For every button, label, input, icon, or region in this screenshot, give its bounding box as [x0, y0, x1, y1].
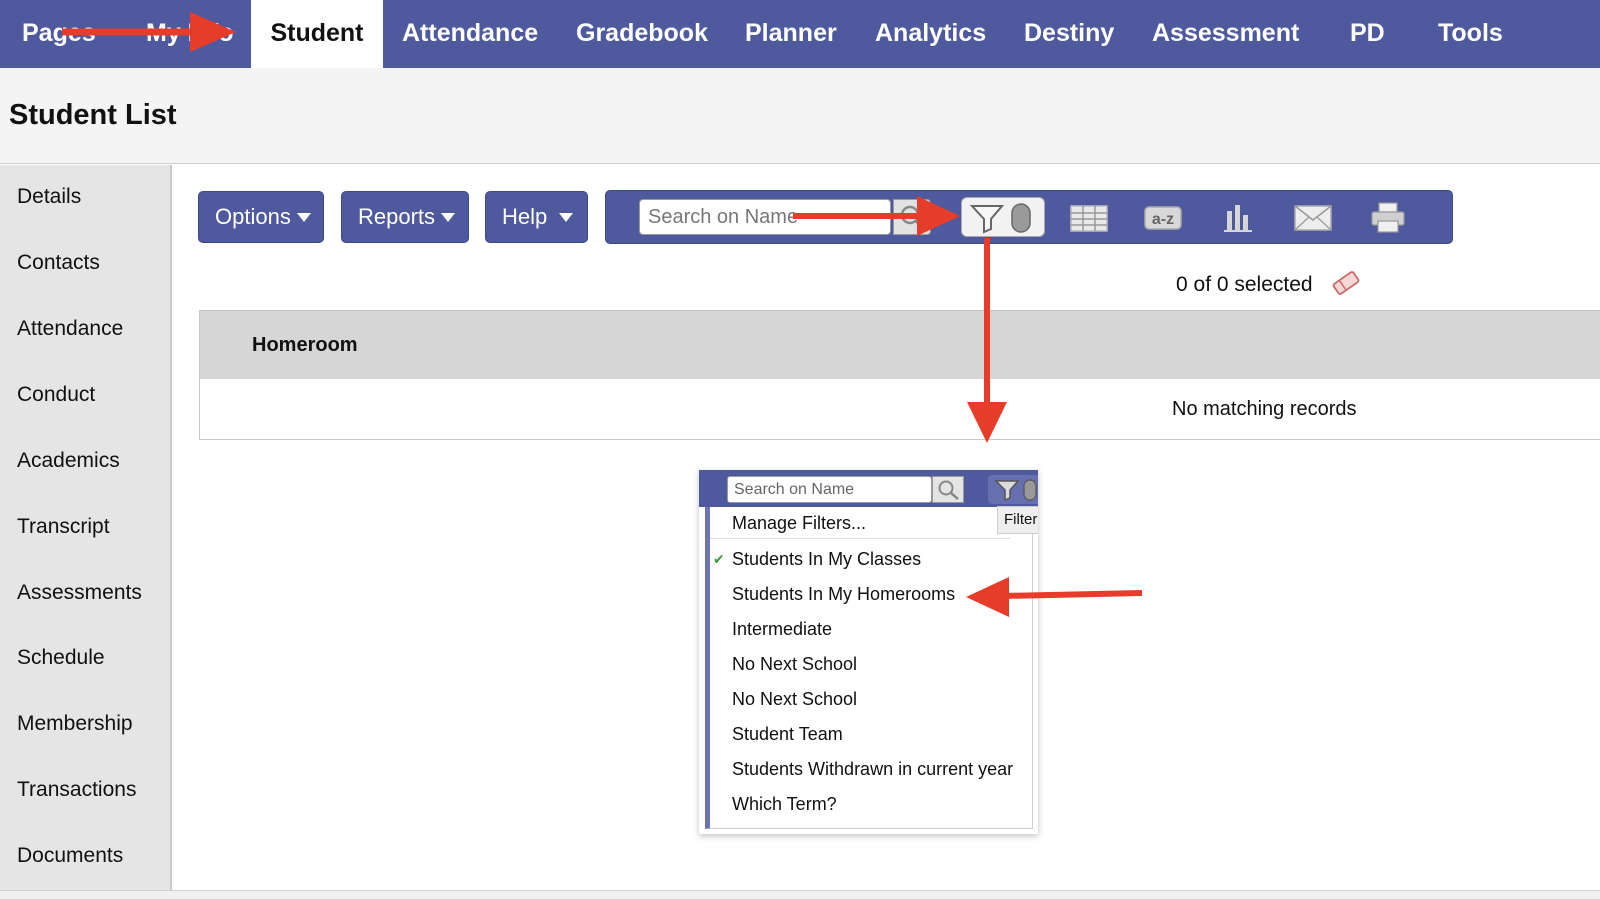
help-label: Help — [502, 204, 548, 229]
sidebar-item-membership[interactable]: Membership — [17, 712, 133, 736]
top-nav: Pages My Info Student Attendance Gradebo… — [0, 0, 1600, 68]
filter-item-intermediate[interactable]: Intermediate — [732, 619, 832, 640]
table-view-icon[interactable] — [1069, 201, 1109, 235]
filter-icon — [994, 479, 1037, 502]
filter-item-student-team[interactable]: Student Team — [732, 724, 843, 745]
sort-az-icon[interactable]: a-z — [1143, 201, 1183, 235]
sidebar-item-contacts[interactable]: Contacts — [17, 251, 100, 275]
page-footer-border — [0, 890, 1600, 899]
table-header: Homeroom — [200, 311, 1600, 379]
search-icon — [938, 480, 959, 500]
caret-down-icon — [441, 213, 456, 222]
selection-count: 0 of 0 selected — [1176, 273, 1313, 296]
filter-icon — [969, 203, 1031, 234]
caret-down-icon — [296, 213, 311, 222]
options-label: Options — [215, 204, 291, 229]
student-table: Homeroom No matching records — [199, 310, 1600, 440]
menu-divider — [710, 538, 1010, 539]
checkmark-icon: ✔ — [713, 551, 725, 567]
sidebar: Details Contacts Attendance Conduct Acad… — [0, 165, 172, 891]
search-button[interactable] — [893, 199, 931, 235]
print-icon[interactable] — [1368, 201, 1408, 235]
filter-button[interactable] — [961, 197, 1045, 237]
nav-tab-assessment[interactable]: Assessment — [1152, 0, 1299, 68]
sidebar-item-documents[interactable]: Documents — [17, 844, 123, 868]
sidebar-item-attendance[interactable]: Attendance — [17, 317, 123, 341]
filter-menu: Manage Filters... ✔ Students In My Class… — [705, 507, 1033, 829]
nav-tab-pd[interactable]: PD — [1350, 0, 1385, 68]
sidebar-item-assessments[interactable]: Assessments — [17, 581, 142, 605]
search-input[interactable] — [639, 199, 891, 235]
search-icon — [900, 205, 926, 231]
filter-item-no-next-school-2[interactable]: No Next School — [732, 689, 857, 710]
nav-tab-tools[interactable]: Tools — [1438, 0, 1503, 68]
eraser-icon[interactable] — [1330, 268, 1362, 298]
filter-item-students-in-my-homerooms[interactable]: Students In My Homerooms — [732, 584, 955, 605]
nav-tab-pages[interactable]: Pages — [22, 0, 96, 68]
nav-tab-analytics[interactable]: Analytics — [875, 0, 986, 68]
list-toolbar: a-z — [605, 190, 1453, 244]
sidebar-item-conduct[interactable]: Conduct — [17, 383, 95, 407]
filter-item-students-withdrawn[interactable]: Students Withdrawn in current year — [732, 759, 1013, 780]
mail-icon[interactable] — [1293, 201, 1333, 235]
inset-toolbar — [699, 470, 1038, 507]
inset-filter-button[interactable] — [988, 475, 1038, 504]
nav-tab-my-info[interactable]: My Info — [146, 0, 234, 68]
chart-icon[interactable] — [1218, 201, 1258, 235]
nav-tab-planner[interactable]: Planner — [745, 0, 837, 68]
options-button[interactable]: Options — [198, 191, 324, 243]
caret-down-icon — [559, 213, 574, 222]
column-header-homeroom[interactable]: Homeroom — [252, 334, 358, 357]
filter-tooltip: Filter — [997, 506, 1038, 534]
page-header: Student List — [0, 68, 1600, 164]
sidebar-item-details[interactable]: Details — [17, 185, 81, 209]
reports-label: Reports — [358, 204, 436, 229]
inset-search-input[interactable] — [727, 476, 932, 503]
nav-tab-destiny[interactable]: Destiny — [1024, 0, 1114, 68]
filter-item-no-next-school[interactable]: No Next School — [732, 654, 857, 675]
sidebar-item-schedule[interactable]: Schedule — [17, 646, 105, 670]
reports-button[interactable]: Reports — [341, 191, 469, 243]
empty-state-text: No matching records — [1172, 398, 1357, 420]
help-button[interactable]: Help — [485, 191, 588, 243]
filter-item-which-term[interactable]: Which Term? — [732, 794, 837, 815]
page-title: Student List — [9, 99, 177, 131]
svg-text:a-z: a-z — [1152, 211, 1174, 228]
filter-item-students-in-my-classes[interactable]: Students In My Classes — [732, 549, 921, 570]
inset-search-button[interactable] — [932, 476, 964, 503]
sidebar-item-academics[interactable]: Academics — [17, 449, 120, 473]
nav-tab-gradebook[interactable]: Gradebook — [576, 0, 708, 68]
nav-tab-attendance[interactable]: Attendance — [402, 0, 538, 68]
manage-filters-item[interactable]: Manage Filters... — [732, 513, 866, 534]
sidebar-item-transcript[interactable]: Transcript — [17, 515, 110, 539]
nav-tab-student[interactable]: Student — [251, 0, 383, 68]
sidebar-item-transactions[interactable]: Transactions — [17, 778, 136, 802]
filter-dropdown-inset: Manage Filters... ✔ Students In My Class… — [699, 470, 1038, 834]
